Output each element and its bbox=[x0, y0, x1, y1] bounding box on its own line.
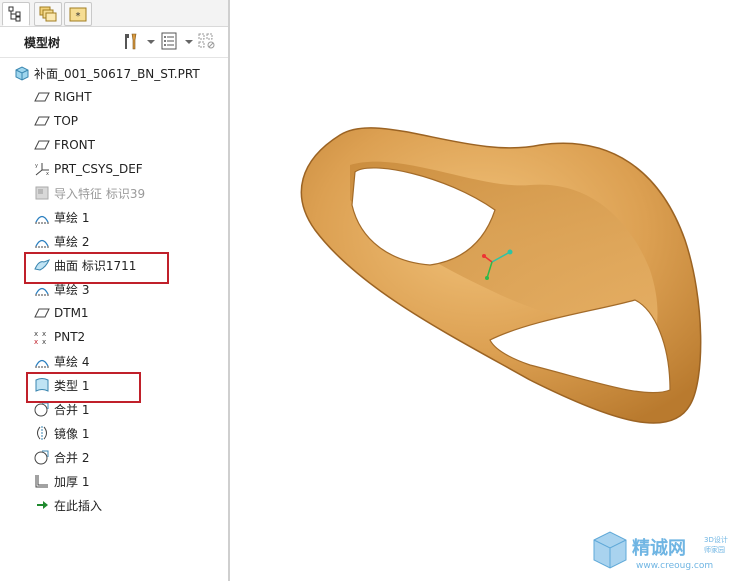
tree-item-label: 镜像 1 bbox=[54, 426, 90, 441]
header-divider bbox=[0, 57, 228, 58]
tree-item-sketch-4[interactable]: 草绘 4 bbox=[34, 351, 89, 371]
part-icon bbox=[15, 66, 29, 81]
watermark-name: 精诚网 bbox=[632, 537, 686, 559]
tree-item-mirror-1[interactable]: 镜像 1 bbox=[34, 423, 89, 443]
settings-dropdown[interactable] bbox=[146, 30, 155, 52]
tab-model-tree[interactable] bbox=[2, 2, 30, 26]
tree-item-import-feature[interactable]: 导入特征 标识39 bbox=[34, 183, 145, 203]
svg-text:x: x bbox=[46, 171, 49, 177]
graphics-viewport[interactable] bbox=[230, 0, 740, 581]
tree-item-sketch-1[interactable]: 草绘 1 bbox=[34, 207, 89, 227]
filter-button[interactable] bbox=[196, 30, 218, 52]
datum-plane-icon bbox=[34, 308, 50, 318]
tree-structure-icon bbox=[8, 6, 21, 22]
datum-plane-icon bbox=[34, 140, 50, 150]
merge-icon bbox=[34, 402, 49, 417]
sketch-icon bbox=[35, 239, 49, 248]
show-button[interactable] bbox=[158, 30, 180, 52]
tree-item-dtm1[interactable]: DTM1 bbox=[34, 303, 89, 323]
tree-item-top[interactable]: TOP bbox=[34, 111, 78, 131]
tree-item-front[interactable]: FRONT bbox=[34, 135, 95, 155]
model-tree-header: 模型树 bbox=[0, 27, 228, 57]
svg-text:x: x bbox=[34, 338, 38, 345]
watermark-url: www.creoug.com bbox=[636, 561, 713, 571]
tree-item-label: FRONT bbox=[54, 138, 95, 152]
svg-text:x: x bbox=[34, 330, 38, 338]
tree-item-csys[interactable]: y x PRT_CSYS_DEF bbox=[34, 159, 143, 179]
tab-favorites[interactable]: * bbox=[64, 2, 92, 26]
datum-point-icon: x x x x bbox=[34, 330, 46, 345]
highlight-box-boundary-blend bbox=[26, 372, 141, 403]
tree-columns-icon bbox=[161, 32, 177, 50]
model-tree-panel: * 模型树 补面_001_50617_BN_ST.PRT RIGHT TOP F… bbox=[0, 0, 229, 581]
coordinate-system-icon: y x bbox=[35, 163, 49, 177]
datum-plane-icon bbox=[34, 116, 50, 126]
tree-item-insert-here[interactable]: 在此插入 bbox=[34, 495, 102, 515]
tree-item-label: RIGHT bbox=[54, 90, 92, 104]
merge-icon bbox=[34, 450, 49, 465]
highlight-box-surface bbox=[24, 252, 169, 284]
tree-item-label: 在此插入 bbox=[54, 498, 103, 513]
cube-logo-icon: 精诚网 3D设计 师家园 www.creoug.com bbox=[593, 531, 728, 571]
tree-item-thicken-1[interactable]: 加厚 1 bbox=[34, 471, 89, 491]
tree-item-label: 合并 2 bbox=[54, 450, 90, 465]
tree-item-sketch-2[interactable]: 草绘 2 bbox=[34, 231, 89, 251]
sketch-icon bbox=[35, 359, 49, 368]
show-dropdown[interactable] bbox=[184, 30, 193, 52]
settings-button[interactable] bbox=[120, 30, 142, 52]
tree-item-label: DTM1 bbox=[54, 306, 89, 320]
watermark-logo: 精诚网 3D设计 师家园 www.creoug.com bbox=[586, 526, 736, 576]
tree-item-label: PRT_CSYS_DEF bbox=[54, 162, 143, 176]
svg-text:x: x bbox=[42, 338, 46, 345]
panel-title: 模型树 bbox=[24, 36, 61, 50]
tree-root-part[interactable]: 补面_001_50617_BN_ST.PRT bbox=[14, 63, 200, 83]
svg-text:x: x bbox=[42, 330, 46, 338]
layers-icon bbox=[39, 6, 57, 22]
tree-item-label: TOP bbox=[54, 114, 79, 128]
tree-item-pnt2[interactable]: x x x x PNT2 bbox=[34, 327, 85, 347]
tree-item-label: 草绘 1 bbox=[54, 210, 90, 225]
filter-icon bbox=[198, 33, 215, 49]
tree-item-label: 加厚 1 bbox=[54, 474, 90, 489]
thicken-icon bbox=[35, 475, 48, 488]
svg-text:*: * bbox=[76, 11, 81, 22]
tree-item-label: 草绘 4 bbox=[54, 354, 90, 369]
svg-text:y: y bbox=[35, 163, 38, 169]
insert-here-arrow-icon bbox=[37, 501, 48, 509]
tree-item-label: 合并 1 bbox=[54, 402, 90, 417]
star-folder-icon: * bbox=[69, 7, 87, 22]
tree-item-right[interactable]: RIGHT bbox=[34, 87, 92, 107]
tree-item-merge-2[interactable]: 合并 2 bbox=[34, 447, 89, 467]
tab-layers[interactable] bbox=[34, 2, 62, 26]
settings-tools-icon bbox=[125, 33, 137, 50]
root-label: 补面_001_50617_BN_ST.PRT bbox=[34, 66, 200, 81]
tree-item-label: 草绘 2 bbox=[54, 234, 90, 249]
datum-plane-icon bbox=[34, 92, 50, 102]
tree-item-label: 导入特征 标识39 bbox=[54, 186, 146, 201]
tree-item-label: PNT2 bbox=[54, 330, 86, 344]
sketch-icon bbox=[35, 215, 49, 224]
mirror-icon bbox=[37, 426, 47, 440]
import-feature-icon bbox=[35, 186, 49, 200]
watermark-sub2: 师家园 bbox=[704, 545, 725, 554]
model-3d-view bbox=[300, 127, 702, 424]
watermark-sub1: 3D设计 bbox=[704, 535, 728, 544]
navigator-tabs: * bbox=[0, 0, 228, 27]
